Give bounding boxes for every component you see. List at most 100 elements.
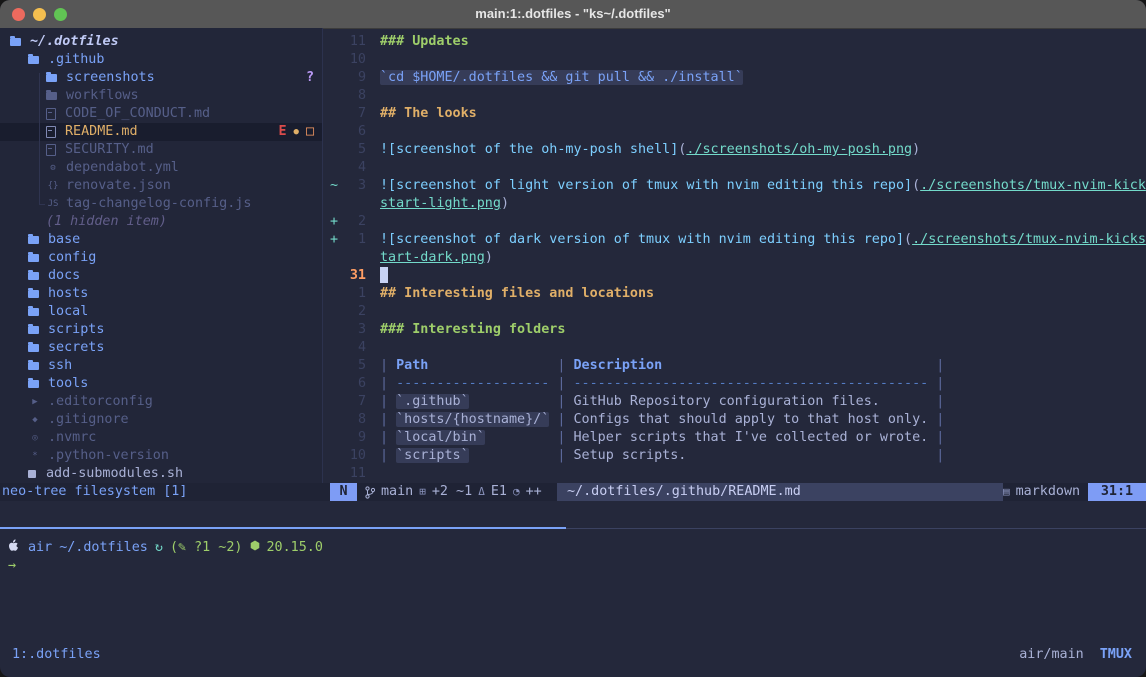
apple-icon xyxy=(8,539,19,558)
tree-item-screenshots[interactable]: screenshots? xyxy=(0,69,322,87)
tree-item-readme-md[interactable]: README.md E●□ xyxy=(0,123,322,141)
line-text: | `.github` | GitHub Repository configur… xyxy=(380,393,944,411)
tree-item-ssh[interactable]: ssh xyxy=(0,357,322,375)
prompt-node-version: 20.15.0 xyxy=(267,539,323,557)
editor-line[interactable]: 7## The looks xyxy=(330,105,1146,123)
folder-icon xyxy=(28,326,39,334)
editor-line[interactable]: 4 xyxy=(330,339,1146,357)
tree-item-nvmrc[interactable]: ◎.nvmrc xyxy=(0,429,322,447)
line-text: ## Interesting files and locations xyxy=(380,285,654,303)
editor-line[interactable]: 7 | `.github` | GitHub Repository configu… xyxy=(330,393,1146,411)
syntax-code2: `hosts/{hostname}/` xyxy=(396,412,549,427)
line-text: | `scripts` | Setup scripts. | xyxy=(380,447,944,465)
syntax-dash: ------------------- xyxy=(396,376,549,391)
tree-item-security-md[interactable]: SECURITY.md xyxy=(0,141,322,159)
line-number: 1 xyxy=(343,231,366,249)
neotree-statusline: neo-tree filesystem [1] xyxy=(2,483,187,501)
editor-line[interactable]: 11### Updates xyxy=(330,33,1146,51)
editor-line[interactable]: 3 ### Interesting folders xyxy=(330,321,1146,339)
editor-line[interactable]: 8| `hosts/{hostname}/` | Configs that sh… xyxy=(330,411,1146,429)
folder-icon xyxy=(28,362,39,370)
editor-line[interactable]: +1![screenshot of dark version of tmux w… xyxy=(330,231,1146,249)
git-section: main ⊞ +2 ~1 Δ E1 ◔ ++ xyxy=(357,483,557,501)
editor-line[interactable]: 6 xyxy=(330,123,1146,141)
tree-item-label: base xyxy=(48,231,80,249)
editor-line[interactable]: +2 xyxy=(330,213,1146,231)
editor-line[interactable]: 2 xyxy=(330,303,1146,321)
line-text: ### Updates xyxy=(380,33,469,51)
tree-item-renovate-json[interactable]: {}renovate.json xyxy=(0,177,322,195)
editor-line[interactable]: 9| `local/bin` | Helper scripts that I'v… xyxy=(330,429,1146,447)
tree-item-local[interactable]: local xyxy=(0,303,322,321)
syntax-fg: Configs that should apply to that host o… xyxy=(574,412,929,427)
braces-icon: {} xyxy=(46,177,60,195)
zoom-button[interactable] xyxy=(54,8,67,21)
syntax-url: ./screenshots/tmux-nvim-kicks xyxy=(912,232,1146,247)
tree-item-config[interactable]: config xyxy=(0,249,322,267)
editor-line[interactable]: 4 xyxy=(330,159,1146,177)
line-number: 4 xyxy=(343,339,366,357)
line-number: 9 xyxy=(343,69,366,87)
tree-item-badges: E●□ xyxy=(278,123,314,141)
editor-line[interactable]: 8 xyxy=(330,87,1146,105)
tree-item-python-version[interactable]: *.python-version xyxy=(0,447,322,465)
tree-item-add-submodules-sh[interactable]: add-submodules.sh xyxy=(0,465,322,483)
tree-item-dotfiles[interactable]: ~/.dotfiles xyxy=(0,33,322,51)
tree-item-code-of-conduct-md[interactable]: CODE_OF_CONDUCT.md xyxy=(0,105,322,123)
mode-indicator: N xyxy=(330,483,357,501)
editor-line[interactable]: 10| `scripts` | Setup scripts. | xyxy=(330,447,1146,465)
tree-item-gitignore[interactable]: ◆.gitignore xyxy=(0,411,322,429)
tree-item-base[interactable]: base xyxy=(0,231,322,249)
tree-item-label: dependabot.yml xyxy=(66,159,179,177)
editor-line[interactable]: start-light.png) xyxy=(330,195,1146,213)
editor-line[interactable]: ~3![screenshot of light version of tmux … xyxy=(330,177,1146,195)
editor-line[interactable]: 31 xyxy=(330,267,1146,285)
diagnostics-icon: Δ xyxy=(478,483,485,501)
tree-item-dependabot-yml[interactable]: ⚙dependabot.yml xyxy=(0,159,322,177)
line-text: ### Interesting folders xyxy=(380,321,565,339)
syntax-tbl: | xyxy=(428,358,573,373)
tree-item-tag-changelog-config-js[interactable]: JStag-changelog-config.js xyxy=(0,195,322,213)
line-number: 7 xyxy=(343,393,366,411)
tree-item-label: README.md xyxy=(65,123,138,141)
prompt-char[interactable]: → xyxy=(8,557,16,575)
tree-item-secrets[interactable]: secrets xyxy=(0,339,322,357)
tree-item-hosts[interactable]: hosts xyxy=(0,285,322,303)
minimize-button[interactable] xyxy=(33,8,46,21)
tree-item-tools[interactable]: tools xyxy=(0,375,322,393)
tmux-pane-divider[interactable] xyxy=(566,528,1146,529)
editor-line[interactable]: 6| ------------------- | ---------------… xyxy=(330,375,1146,393)
syntax-tbl: | xyxy=(686,448,944,463)
editor-line[interactable]: 10 xyxy=(330,51,1146,69)
line-number: 5 xyxy=(343,357,366,375)
tree-item-github[interactable]: .github xyxy=(0,51,322,69)
tree-item-workflows[interactable]: workflows xyxy=(0,87,322,105)
close-button[interactable] xyxy=(12,8,25,21)
syntax-tbl: | xyxy=(380,358,396,373)
line-number: 3 xyxy=(343,321,366,339)
tmux-window-item[interactable]: 1:.dotfiles xyxy=(12,646,101,664)
line-text: | `hosts/{hostname}/` | Configs that sho… xyxy=(380,411,944,429)
tree-item-editorconfig[interactable]: ▶.editorconfig xyxy=(0,393,322,411)
updates-icon: ◔ xyxy=(513,483,520,501)
syntax-h2: ## Interesting files and locations xyxy=(380,286,654,301)
editor-line[interactable]: 5| Path | Description | xyxy=(330,357,1146,375)
editor-line[interactable]: tart-dark.png) xyxy=(330,249,1146,267)
editor-line[interactable]: 9 `cd $HOME/.dotfiles && git pull && ./in… xyxy=(330,69,1146,87)
editor-line[interactable]: 11 xyxy=(330,465,1146,483)
diamond-icon: ◆ xyxy=(28,411,42,429)
tmux-pane-divider-active[interactable] xyxy=(0,527,566,529)
tree-item-scripts[interactable]: scripts xyxy=(0,321,322,339)
editor-line[interactable]: 1 ## Interesting files and locations xyxy=(330,285,1146,303)
status-badge-dot: ● xyxy=(294,123,299,141)
syntax-tbl: | xyxy=(380,394,396,409)
syntax-url: ./screenshots/tmux-nvim-kick xyxy=(920,178,1146,193)
editor-line[interactable]: 5![screenshot of the oh-my-posh shell](.… xyxy=(330,141,1146,159)
line-text: `cd $HOME/.dotfiles && git pull && ./ins… xyxy=(380,69,743,87)
line-number: 1 xyxy=(343,285,366,303)
pane-separator-vertical[interactable] xyxy=(322,28,323,483)
tree-item-docs[interactable]: docs xyxy=(0,267,322,285)
tree-item-1-hidden-item[interactable]: (1 hidden item) xyxy=(0,213,322,231)
prompt-hostname: air xyxy=(28,539,52,557)
syntax-tbl: | xyxy=(380,448,396,463)
